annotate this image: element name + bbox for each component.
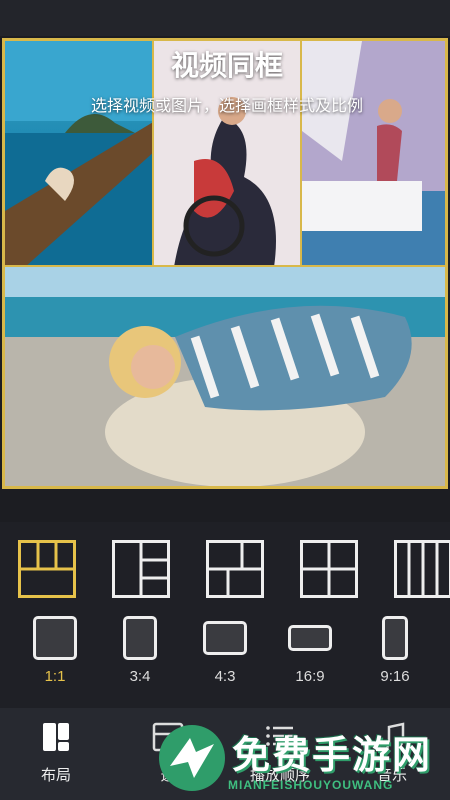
watermark-subtext: MIANFEISHOUYOUWANG bbox=[228, 778, 394, 792]
layout-options bbox=[0, 540, 450, 600]
ratio-tall-shape bbox=[382, 616, 408, 660]
layout-2x2-grid-icon bbox=[300, 540, 358, 598]
ratio-label: 1:1 bbox=[44, 668, 66, 685]
layout-option-2[interactable] bbox=[112, 540, 170, 598]
ratio-option-1-1[interactable]: 1:1 bbox=[25, 612, 85, 692]
watermark: 免费手游网 MIANFEISHOUYOUWANG bbox=[152, 718, 450, 800]
ratio-option-9-16[interactable]: 9:16 bbox=[365, 612, 425, 692]
layout-4-columns-icon bbox=[394, 540, 450, 598]
layout-option-3[interactable] bbox=[206, 540, 264, 598]
collage-subtitle: 选择视频或图片，选择画框样式及比例 bbox=[90, 98, 363, 115]
layout-option-4[interactable] bbox=[300, 540, 358, 598]
ratio-landscape-shape bbox=[203, 621, 247, 655]
ratio-wide-shape bbox=[288, 625, 332, 651]
layout-3top-1bottom-icon bbox=[18, 540, 76, 598]
ratio-label: 3:4 bbox=[129, 668, 151, 685]
watermark-text: 免费手游网 bbox=[232, 735, 433, 777]
layout-left-big-right-split-icon bbox=[112, 540, 170, 598]
lounging-woman-photo bbox=[5, 267, 445, 486]
ratio-portrait-shape bbox=[123, 616, 157, 660]
ratio-label: 9:16 bbox=[380, 668, 410, 685]
collage-cell-4[interactable] bbox=[4, 266, 446, 487]
collage-title: 视频同框 bbox=[170, 50, 283, 81]
layout-option-1[interactable] bbox=[18, 540, 76, 598]
ratio-label: 4:3 bbox=[214, 668, 236, 685]
watermark-logo-icon bbox=[159, 725, 225, 791]
layout-option-5[interactable] bbox=[394, 540, 450, 598]
ratio-square-shape bbox=[33, 616, 77, 660]
ratio-options: 1:1 3:4 4:3 16:9 9:16 bbox=[0, 612, 450, 692]
ratio-option-3-4[interactable]: 3:4 bbox=[110, 612, 170, 692]
ratio-label: 16:9 bbox=[295, 668, 325, 685]
status-bar bbox=[0, 0, 450, 36]
ratio-option-4-3[interactable]: 4:3 bbox=[195, 612, 255, 692]
nav-layout-label: 布局 bbox=[40, 767, 71, 784]
layout-icon bbox=[43, 723, 69, 751]
layout-2x2-split-mixed-icon bbox=[206, 540, 264, 598]
nav-layout[interactable]: 布局 bbox=[16, 720, 96, 790]
ratio-option-16-9[interactable]: 16:9 bbox=[280, 612, 340, 692]
collage-preview: 视频同框 选择视频或图片，选择画框样式及比例 bbox=[2, 38, 448, 489]
